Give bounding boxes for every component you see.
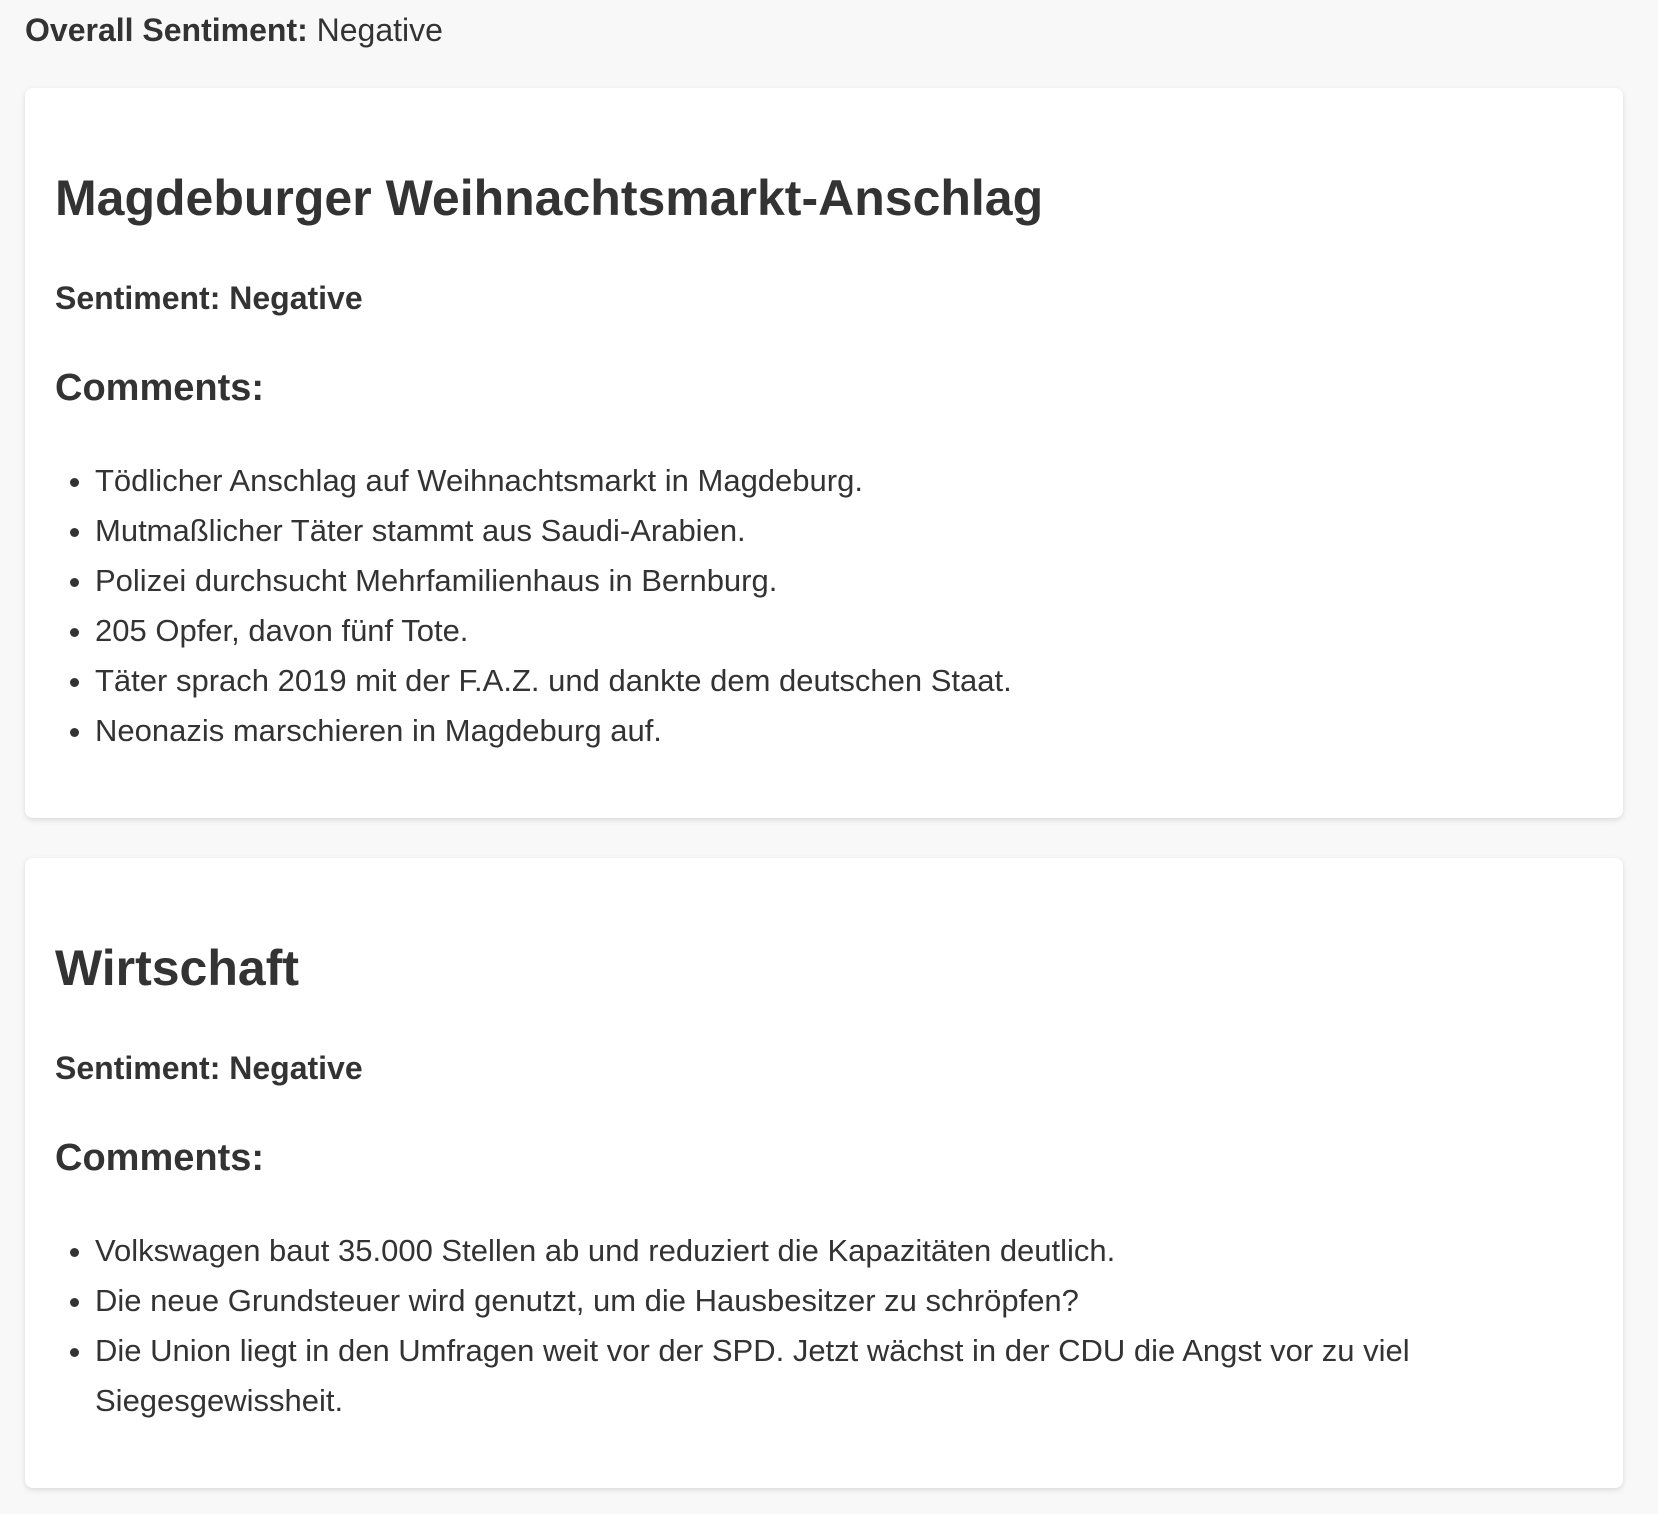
topic-card-magdeburg: Magdeburger Weihnachtsmarkt-Anschlag Sen… (25, 88, 1623, 818)
comments-list: Volkswagen baut 35.000 Stellen ab und re… (55, 1226, 1565, 1426)
comment-item: Neonazis marschieren in Magdeburg auf. (95, 706, 1565, 756)
comments-list: Tödlicher Anschlag auf Weihnachtsmarkt i… (55, 456, 1565, 756)
topic-card-wirtschaft: Wirtschaft Sentiment: Negative Comments:… (25, 858, 1623, 1488)
comment-item: Täter sprach 2019 mit der F.A.Z. und dan… (95, 656, 1565, 706)
topic-sentiment: Sentiment: Negative (55, 280, 363, 316)
overall-sentiment: Overall Sentiment: Negative (25, 10, 443, 50)
comment-item: Volkswagen baut 35.000 Stellen ab und re… (95, 1226, 1565, 1276)
topic-title: Magdeburger Weihnachtsmarkt-Anschlag (55, 170, 1044, 226)
comment-item: Die Union liegt in den Umfragen weit vor… (95, 1326, 1565, 1426)
comment-item: Polizei durchsucht Mehrfamilienhaus in B… (95, 556, 1565, 606)
comment-item: Mutmaßlicher Täter stammt aus Saudi-Arab… (95, 506, 1565, 556)
overall-sentiment-value: Negative (316, 12, 443, 48)
comment-item: Tödlicher Anschlag auf Weihnachtsmarkt i… (95, 456, 1565, 506)
comments-heading: Comments: (55, 1137, 265, 1179)
comments-heading: Comments: (55, 367, 265, 409)
comment-item: 205 Opfer, davon fünf Tote. (95, 606, 1565, 656)
overall-sentiment-label: Overall Sentiment: (25, 12, 308, 48)
comment-item: Die neue Grundsteuer wird genutzt, um di… (95, 1276, 1565, 1326)
topic-title: Wirtschaft (55, 940, 300, 996)
topic-sentiment: Sentiment: Negative (55, 1050, 363, 1086)
